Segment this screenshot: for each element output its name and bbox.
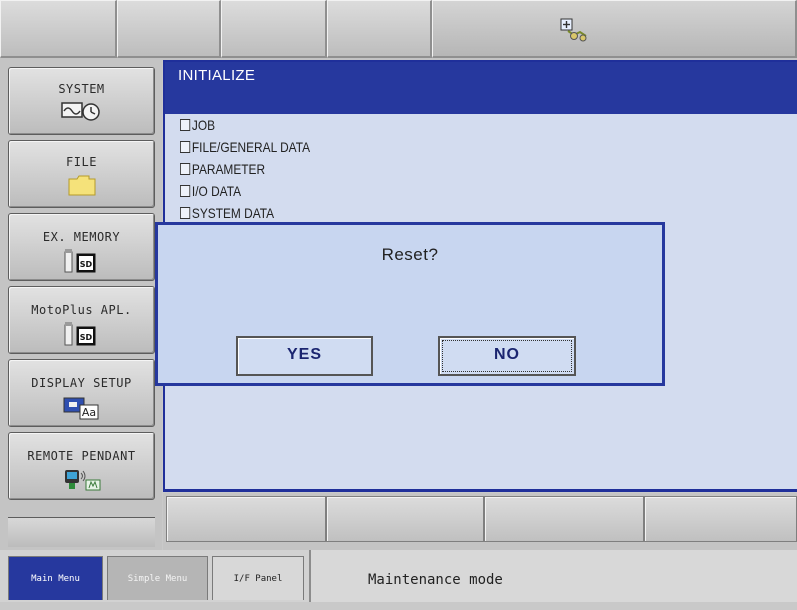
menu-display-setup-label: DISPLAY SETUP bbox=[31, 376, 132, 390]
checkbox[interactable] bbox=[180, 163, 191, 175]
list-item-job[interactable]: JOB bbox=[180, 117, 215, 133]
tab-if-panel[interactable]: I/F Panel bbox=[212, 556, 304, 600]
checkbox[interactable] bbox=[180, 119, 191, 131]
status-bar: Main Menu Simple Menu I/F Panel Maintena… bbox=[0, 550, 797, 602]
menu-motoplus-label: MotoPlus APL. bbox=[31, 303, 132, 317]
function-key-3[interactable] bbox=[484, 496, 644, 542]
top-toolbar bbox=[0, 0, 797, 60]
list-item-io-data[interactable]: I/O DATA bbox=[180, 183, 241, 199]
menu-ex-memory-label: EX. MEMORY bbox=[42, 230, 121, 244]
list-item-parameter[interactable]: PARAMETER bbox=[180, 161, 265, 177]
checkbox[interactable] bbox=[180, 185, 191, 197]
function-key-1[interactable] bbox=[166, 496, 326, 542]
no-button[interactable]: NO bbox=[438, 336, 576, 376]
toolbar-slot-3[interactable] bbox=[221, 0, 327, 58]
menu-ex-memory-button[interactable]: EX. MEMORY SD bbox=[8, 213, 155, 281]
menu-blank-button[interactable] bbox=[8, 517, 155, 547]
list-item-file-general-data[interactable]: FILE/GENERAL DATA bbox=[180, 139, 310, 155]
svg-text:SD: SD bbox=[79, 260, 92, 269]
toolbar-slot-1[interactable] bbox=[0, 0, 117, 58]
menu-system-label: SYSTEM bbox=[58, 82, 105, 96]
menu-remote-pendant-button[interactable]: REMOTE PENDANT bbox=[8, 432, 155, 500]
menu-file-label: FILE bbox=[66, 155, 97, 169]
tab-main-menu[interactable]: Main Menu bbox=[8, 556, 103, 600]
main-menu-panel: SYSTEM FILE EX. MEMORY SD MotoPlus APL. … bbox=[0, 60, 162, 550]
list-item-system-data[interactable]: SYSTEM DATA bbox=[180, 205, 274, 221]
function-key-2[interactable] bbox=[326, 496, 484, 542]
toolbar-slot-4[interactable] bbox=[327, 0, 432, 58]
menu-remote-pendant-label: REMOTE PENDANT bbox=[27, 449, 136, 463]
checkbox[interactable] bbox=[180, 207, 191, 219]
checkbox[interactable] bbox=[180, 141, 191, 153]
toolbar-slot-2[interactable] bbox=[117, 0, 221, 58]
menu-file-button[interactable]: FILE bbox=[8, 140, 155, 208]
tab-simple-menu[interactable]: Simple Menu bbox=[107, 556, 208, 600]
window-title-bar: INITIALIZE bbox=[165, 62, 797, 114]
mode-indicator: Maintenance mode bbox=[309, 550, 797, 602]
svg-text:Aa: Aa bbox=[81, 406, 95, 419]
yes-button[interactable]: YES bbox=[236, 336, 373, 376]
status-area bbox=[432, 0, 797, 58]
svg-text:SD: SD bbox=[79, 333, 92, 342]
dialog-message: Reset? bbox=[381, 245, 439, 264]
robot-status-icon bbox=[560, 18, 590, 48]
menu-system-button[interactable]: SYSTEM bbox=[8, 67, 155, 135]
function-key-bar bbox=[163, 493, 797, 550]
remote-pendant-icon bbox=[9, 467, 154, 497]
page-title: INITIALIZE bbox=[178, 67, 256, 84]
reset-dialog: Reset? YES NO bbox=[155, 222, 665, 386]
sd-card-icon: SD bbox=[9, 248, 154, 278]
folder-icon bbox=[9, 173, 154, 201]
display-font-icon: Aa bbox=[9, 394, 154, 424]
menu-motoplus-button[interactable]: MotoPlus APL. SD bbox=[8, 286, 155, 354]
sd-card-icon: SD bbox=[9, 321, 154, 351]
system-clock-icon bbox=[9, 100, 154, 126]
menu-display-setup-button[interactable]: DISPLAY SETUP Aa bbox=[8, 359, 155, 427]
function-key-4[interactable] bbox=[644, 496, 797, 542]
